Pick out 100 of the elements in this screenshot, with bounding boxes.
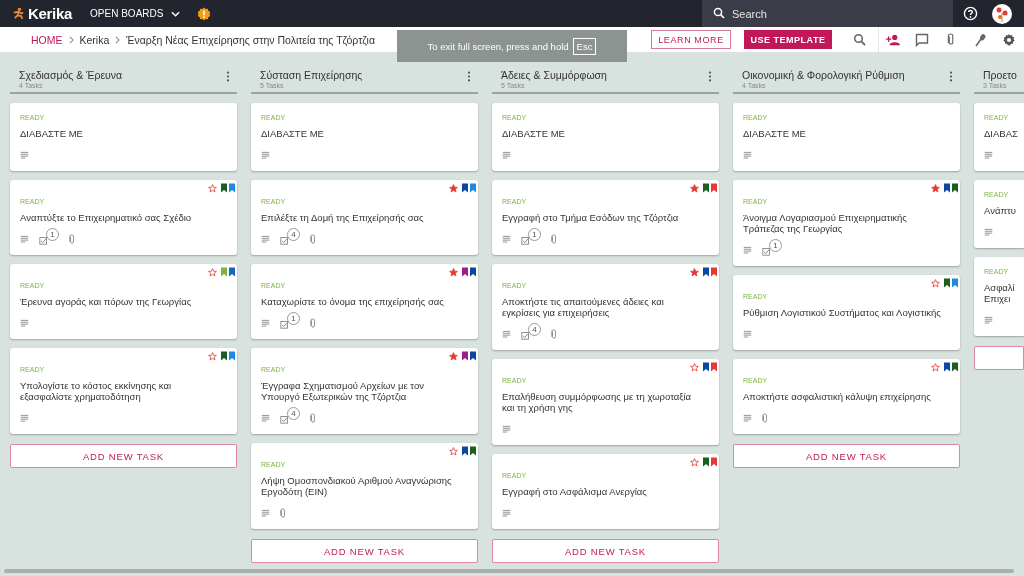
bookmark-icon[interactable] <box>470 446 476 456</box>
chevron-down-icon <box>171 10 181 17</box>
notes-icon <box>20 235 29 243</box>
notes-icon <box>502 151 511 159</box>
bookmark-icon[interactable] <box>703 362 709 372</box>
notes-icon <box>502 509 511 517</box>
bookmark-icon[interactable] <box>462 183 468 193</box>
logo-icon <box>12 7 25 20</box>
notes-icon <box>984 228 993 236</box>
use-template-button[interactable]: USE TEMPLATE <box>744 30 832 49</box>
bookmark-icon[interactable] <box>462 267 468 277</box>
star-outline-icon[interactable] <box>208 351 217 361</box>
filled-star-icon[interactable] <box>449 351 458 361</box>
task-title: Αποκτήστε ασφαλιστική κάλυψη επιχείρησης <box>743 391 932 402</box>
add-person-icon[interactable] <box>886 32 900 47</box>
notes-icon <box>984 151 993 159</box>
filled-star-icon[interactable] <box>449 267 458 277</box>
task-title: ΔΙΑΒΑΣΤΕ ΜΕ <box>20 128 84 139</box>
learn-more-button[interactable]: LEARN MORE <box>651 30 731 49</box>
task-title: ΔΙΑΒΑΣΤΕ ΜΕ <box>502 128 566 139</box>
task-title: Άνοιγμα Λογαριασμού Επιχειρηματικής Τράπεζας της Γεωργίας <box>743 212 908 234</box>
add-task-button[interactable]: ADD NEW TASK <box>10 444 237 468</box>
search-icon[interactable] <box>853 32 867 47</box>
task-title: ΔΙΑΒΑΣΤΕ ΜΕ <box>261 128 325 139</box>
alert-badge-icon[interactable] <box>197 6 212 21</box>
column-title: Οικονομική & Φορολογική Ρύθμιση <box>742 69 905 81</box>
bookmark-icon[interactable] <box>462 351 468 361</box>
bookmark-icon[interactable] <box>711 457 717 467</box>
scrollbar-thumb[interactable] <box>4 569 1014 573</box>
notes-icon <box>261 319 270 327</box>
task-title: Αποκτήστε τις απαιτούμενες άδειες και εγκρίσεις για επιχειρήσεις <box>502 296 665 318</box>
notes-icon <box>261 151 270 159</box>
filled-star-icon[interactable] <box>449 183 458 193</box>
bookmark-icon[interactable] <box>952 362 958 372</box>
task-title: Επαλήθευση συμμόρφωσης με τη χωροταξία και τη χρήση γης <box>502 391 693 413</box>
help-icon[interactable] <box>963 6 978 21</box>
bookmark-icon[interactable] <box>229 267 235 277</box>
notice-text: To exit full screen, press and hold <box>427 40 569 52</box>
notes-icon <box>502 330 511 338</box>
breadcrumb-link[interactable]: Έναρξη Νέας Επιχείρησης στην Πολιτεία της Τζόρτζια <box>126 33 375 46</box>
add-task-button[interactable]: ADD NEW TASK <box>251 539 478 563</box>
star-outline-icon[interactable] <box>690 362 699 372</box>
notes-icon <box>20 319 29 327</box>
bookmark-icon[interactable] <box>711 267 717 277</box>
star-outline-icon[interactable] <box>931 278 940 288</box>
bookmark-icon[interactable] <box>944 362 950 372</box>
avatar-icon[interactable] <box>992 3 1012 24</box>
bookmark-icon[interactable] <box>229 351 235 361</box>
open-boards-menu[interactable]: OPEN BOARDS <box>90 8 181 19</box>
filled-star-icon[interactable] <box>690 267 699 277</box>
task-title: Αναπτύξτε το Επιχειρηματικό σας Σχέδιο <box>20 212 193 223</box>
bookmark-icon[interactable] <box>952 183 958 193</box>
task-title: Ανάπτυ <box>984 205 1014 216</box>
notes-icon <box>502 425 511 433</box>
bookmark-icon[interactable] <box>470 183 476 193</box>
filled-star-icon[interactable] <box>931 183 940 193</box>
more-options-icon[interactable] <box>708 71 712 82</box>
task-title: Ρύθμιση Λογιστικού Συστήματος και Λογιστικής <box>743 307 942 318</box>
filled-star-icon[interactable] <box>690 183 699 193</box>
star-outline-icon[interactable] <box>931 362 940 372</box>
column-title: Προετο <box>983 69 1017 81</box>
star-outline-icon[interactable] <box>208 183 217 193</box>
star-outline-icon[interactable] <box>690 457 699 467</box>
logo-text[interactable]: Kerika <box>28 5 73 22</box>
microphone-icon[interactable] <box>973 32 987 47</box>
add-task-button[interactable]: ADD NEW TASK <box>492 539 719 563</box>
bookmark-icon[interactable] <box>711 183 717 193</box>
notes-icon <box>261 235 270 243</box>
chat-icon[interactable] <box>915 32 929 47</box>
settings-icon[interactable] <box>1002 32 1016 47</box>
breadcrumb-link[interactable]: Kerika <box>79 33 110 46</box>
bookmark-icon[interactable] <box>703 267 709 277</box>
notes-icon <box>20 151 29 159</box>
bookmark-icon[interactable] <box>462 446 468 456</box>
bookmark-icon[interactable] <box>229 183 235 193</box>
more-options-icon[interactable] <box>949 71 953 82</box>
bookmark-icon[interactable] <box>703 183 709 193</box>
more-options-icon[interactable] <box>467 71 471 82</box>
bookmark-icon[interactable] <box>952 278 958 288</box>
bookmark-icon[interactable] <box>470 267 476 277</box>
breadcrumb-link[interactable]: HOME <box>31 33 63 46</box>
add-task-button[interactable]: ADD NEW TASK <box>733 444 960 468</box>
bookmark-icon[interactable] <box>470 351 476 361</box>
bookmark-icon[interactable] <box>221 351 227 361</box>
more-options-icon[interactable] <box>226 71 230 82</box>
star-outline-icon[interactable] <box>208 267 217 277</box>
add-task-button[interactable] <box>974 346 1024 370</box>
bookmark-icon[interactable] <box>711 362 717 372</box>
bookmark-icon[interactable] <box>944 278 950 288</box>
notes-icon <box>743 330 752 338</box>
task-title: Επιλέξτε τη Δομή της Επιχείρησής σας <box>261 212 425 223</box>
chevron-right-icon <box>115 35 121 44</box>
task-title: ΔΙΑΒΑΣΤΕ ΜΕ <box>743 128 807 139</box>
search-field[interactable]: Search <box>702 0 953 27</box>
star-outline-icon[interactable] <box>449 446 458 456</box>
task-title: Έγγραφα Σχηματισμού Αρχείων με τον Υπουργό Εξωτερικών της Τζόρτζια <box>261 380 425 402</box>
bookmark-icon[interactable] <box>944 183 950 193</box>
bookmark-icon[interactable] <box>703 457 709 467</box>
bookmark-icon[interactable] <box>221 183 227 193</box>
notes-icon <box>743 414 752 422</box>
